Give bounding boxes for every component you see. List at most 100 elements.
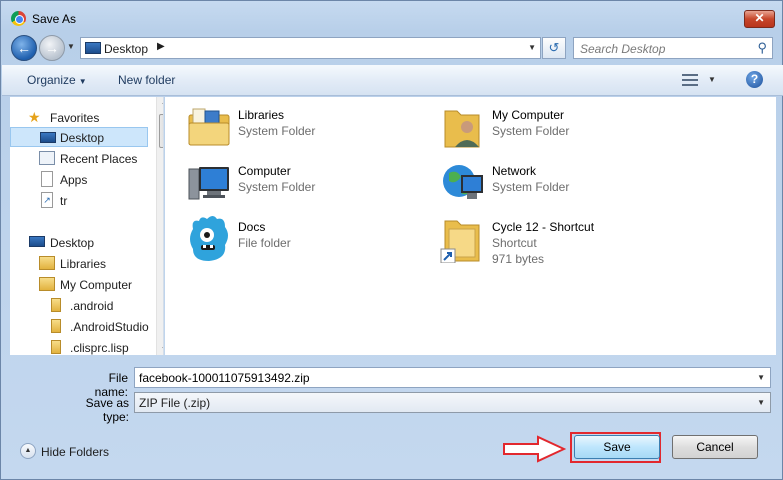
libraries-icon [39,256,55,270]
user-folder-icon [444,110,480,148]
scroll-down-icon[interactable]: ▼ [161,346,163,353]
save-as-type-label: Save as type: [85,396,129,424]
file-size: 971 bytes [492,252,545,266]
hide-folders-label: Hide Folders [41,445,110,459]
chrome-icon [11,11,26,26]
file-name-field[interactable] [139,370,739,385]
organize-button[interactable]: Organize ▼ [27,73,87,87]
breadcrumb-arrow-icon[interactable]: ▶ [157,41,165,52]
file-name: Libraries [238,108,285,122]
document-icon [41,171,53,187]
sidebar-item-label: Desktop [60,131,105,145]
sidebar-item-recent-places[interactable]: Recent Places [10,148,148,168]
breadcrumb-desktop[interactable]: Desktop [104,42,148,56]
sidebar-item-label: Favorites [50,111,100,125]
back-button[interactable]: ← [11,35,37,61]
monster-folder-icon [190,216,228,261]
forward-button[interactable]: → [39,35,65,61]
recent-locations-chevron-icon[interactable]: ▼ [67,42,77,52]
file-type: System Folder [492,180,570,194]
close-button[interactable]: ✕ [744,10,775,28]
list-item[interactable]: Computer System Folder [185,159,425,209]
sidebar-item-clisprc[interactable]: .clisprc.lisp [10,337,148,355]
save-form: File name: ▼ Save as type: ZIP File (.zi… [2,357,783,427]
desktop-icon [40,132,56,143]
new-folder-button[interactable]: New folder [118,73,175,87]
scrollbar-thumb[interactable] [159,114,163,148]
scroll-up-icon[interactable]: ▲ [161,99,163,106]
file-list: Libraries System Folder My Computer Syst… [165,97,776,355]
list-item[interactable]: My Computer System Folder [439,103,679,153]
file-type: System Folder [238,124,316,138]
search-input[interactable] [580,41,750,56]
sidebar-item-libraries[interactable]: Libraries [10,253,148,273]
user-folder-icon [39,277,55,291]
sidebar-item-androidstudio[interactable]: .AndroidStudio [10,316,149,336]
recent-places-icon [39,151,55,165]
shortcut-icon: ↗ [41,192,53,208]
folder-shortcut-icon [440,220,480,263]
sidebar-item-desktop-root[interactable]: Desktop [10,232,148,252]
navigation-bar: ← → ▼ Desktop ▶ ▼ ↺ ⚲ [1,33,782,63]
folder-icon [51,298,61,312]
command-toolbar: Organize ▼ New folder ▼ ? [2,65,783,96]
chevron-down-icon: ▼ [78,77,87,86]
sidebar-item-my-computer[interactable]: My Computer [10,274,148,294]
save-as-type-value: ZIP File (.zip) [139,396,211,410]
search-box[interactable]: ⚲ [573,37,773,59]
sidebar-item-label: My Computer [60,278,133,292]
sidebar-item-label: Apps [60,173,88,187]
folder-icon [51,319,61,333]
save-button[interactable]: Save [574,435,660,459]
star-icon: ★ [28,109,41,125]
file-name: Network [492,164,537,178]
sidebar-item-desktop[interactable]: Desktop [10,127,148,147]
file-name: Docs [238,220,266,234]
sidebar-item-label: Libraries [60,257,107,271]
sidebar-item-apps[interactable]: Apps [10,169,148,189]
change-view-icon[interactable] [682,73,698,87]
forward-arrow-icon: → [45,40,59,56]
help-icon[interactable]: ? [746,71,763,88]
computer-icon [188,167,229,200]
desktop-icon [85,42,101,54]
sidebar-item-tr[interactable]: ↗ tr [10,190,148,210]
search-icon[interactable]: ⚲ [757,40,767,56]
list-item[interactable]: Network System Folder [439,159,679,209]
sidebar-item-label: tr [60,194,68,208]
navigation-pane: ★ Favorites Desktop Recent Places Apps ↗… [10,97,164,355]
file-type: System Folder [238,180,316,194]
file-type: System Folder [492,124,570,138]
view-options-chevron-icon[interactable]: ▼ [708,75,716,84]
address-bar[interactable]: Desktop ▶ ▼ [80,37,541,59]
list-item[interactable]: Docs File folder [185,215,425,265]
list-item[interactable]: Cycle 12 - Shortcut Shortcut 971 bytes [439,215,679,266]
sidebar-item-favorites[interactable]: ★ Favorites [10,107,148,127]
refresh-icon: ↺ [548,40,560,55]
back-arrow-icon: ← [17,40,31,56]
save-as-type-dropdown-icon[interactable]: ▼ [757,398,765,407]
sidebar-item-label: Recent Places [60,152,138,166]
sidebar-item-label: .AndroidStudio [70,320,149,334]
cancel-button[interactable]: Cancel [672,435,758,459]
save-as-type-select[interactable]: ZIP File (.zip) ▼ [134,392,771,413]
collapse-up-icon: ▲ [20,443,36,459]
refresh-button[interactable]: ↺ [542,37,566,59]
list-item[interactable]: Libraries System Folder [185,103,425,153]
window-title: Save As [32,12,77,26]
sidebar-item-android[interactable]: .android [10,295,148,315]
file-name-combobox[interactable]: ▼ [134,367,771,388]
file-name-label: File name: [94,371,128,399]
desktop-icon [29,236,45,247]
organize-label: Organize [27,73,76,87]
sidebar-item-label: .android [70,299,114,313]
sidebar-item-label: Desktop [50,236,95,250]
save-as-dialog: Save As ✕ ← → ▼ Desktop ▶ ▼ ↺ ⚲ Organize… [0,0,783,480]
file-name: Cycle 12 - Shortcut [492,220,595,234]
navigation-scrollbar[interactable]: ▲ ▼ [156,97,163,355]
file-type: File folder [238,236,291,250]
file-type: Shortcut [492,236,537,250]
libraries-icon [188,108,230,146]
address-dropdown-icon[interactable]: ▼ [528,43,536,52]
file-name-dropdown-icon[interactable]: ▼ [757,373,765,382]
